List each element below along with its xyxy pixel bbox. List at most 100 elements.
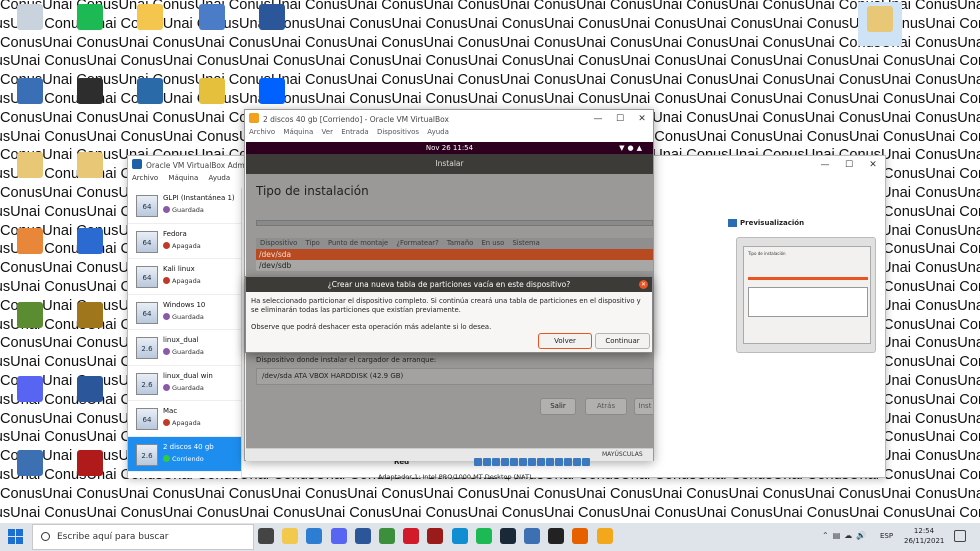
desktop-icon[interactable] (128, 78, 172, 104)
desktop-icon[interactable] (8, 4, 52, 30)
app-icon (17, 4, 43, 30)
app-icon[interactable] (548, 528, 565, 544)
status-device-icon[interactable] (555, 458, 563, 466)
language-indicator[interactable]: ESP (880, 532, 893, 540)
vm-list-item[interactable]: 2.6 2 discos 40 gb Corriendo (128, 436, 241, 472)
status-device-icon[interactable] (546, 458, 554, 466)
virtualbox-icon[interactable] (524, 528, 541, 544)
discord-icon[interactable] (330, 528, 347, 544)
desktop-icon[interactable] (68, 450, 112, 476)
status-device-icon[interactable] (501, 458, 509, 466)
desktop-icon[interactable] (68, 78, 112, 104)
status-device-icon[interactable] (474, 458, 482, 466)
search-input[interactable]: Escribe aquí para buscar (57, 532, 169, 542)
desktop-icon[interactable] (68, 152, 112, 178)
mail-icon[interactable] (306, 528, 323, 544)
minimize-icon[interactable]: — (813, 156, 837, 174)
vlc-icon[interactable] (596, 528, 613, 544)
desktop-icon[interactable] (8, 302, 52, 328)
status-device-icon[interactable] (483, 458, 491, 466)
vm-menu-dispositivos[interactable]: Dispositivos (377, 128, 419, 136)
desktop-icon[interactable] (8, 450, 52, 476)
quit-button[interactable]: Salir (540, 398, 576, 415)
vm-titlebar[interactable]: 2 discos 40 gb [Corriendo] - Oracle VM V… (245, 110, 653, 128)
status-device-icon[interactable] (564, 458, 572, 466)
system-tray-icons[interactable]: ⌃▤☁🔊 (822, 531, 870, 540)
install-button[interactable]: Inst (634, 398, 653, 415)
status-device-icon[interactable] (573, 458, 581, 466)
close-icon[interactable]: ✕ (861, 156, 885, 174)
spotify-icon[interactable] (475, 528, 492, 544)
guest-tray-icons[interactable]: ▼●▲ (619, 142, 645, 154)
vm-menu-archivo[interactable]: Archivo (249, 128, 275, 136)
guest-clock[interactable]: Nov 26 11:54 (426, 144, 473, 152)
status-device-icon[interactable] (510, 458, 518, 466)
volver-button[interactable]: Volver (538, 333, 592, 349)
edge-icon[interactable] (451, 528, 468, 544)
vm-list-item[interactable]: 64 Windows 10 Guardada (128, 295, 241, 330)
vm-menu-ayuda[interactable]: Ayuda (427, 128, 449, 136)
taskbar-clock[interactable]: 12:54 26/11/2021 (904, 526, 944, 546)
firefox-icon[interactable] (572, 528, 589, 544)
vm-list-item[interactable]: 64 Kali linux Apagada (128, 259, 241, 295)
vm-menu-entrada[interactable]: Entrada (341, 128, 369, 136)
vm-list-item[interactable]: 64 GLPI (Instantánea 1) Guardada (128, 188, 241, 224)
desktop-icon[interactable] (68, 228, 112, 254)
vm-list-item[interactable]: 64 Mac Apagada (128, 401, 241, 437)
menu-ayuda[interactable]: Ayuda (209, 174, 231, 182)
windows-start-icon[interactable] (8, 529, 24, 545)
continuar-button[interactable]: Continuar (595, 333, 650, 349)
vm-status-icons[interactable] (474, 451, 591, 470)
close-icon[interactable]: ✕ (631, 110, 653, 128)
desktop-icon-selected[interactable] (858, 2, 902, 46)
maximize-icon[interactable]: ☐ (837, 156, 861, 174)
desktop-icon[interactable] (190, 78, 234, 104)
col-sistema: Sistema (512, 239, 540, 247)
back-button[interactable]: Atrás (585, 398, 627, 415)
desktop-icon[interactable] (8, 78, 52, 104)
vm-state-icon (163, 241, 170, 249)
app-icon (77, 152, 103, 178)
minimize-icon[interactable]: — (587, 110, 609, 128)
game-icon[interactable] (427, 528, 444, 544)
steam-icon[interactable] (499, 528, 516, 544)
desktop-icon[interactable] (128, 4, 172, 30)
status-device-icon[interactable] (537, 458, 545, 466)
desktop-icon[interactable] (8, 376, 52, 402)
explorer-icon[interactable] (282, 528, 299, 544)
maximize-icon[interactable]: ☐ (609, 110, 631, 128)
status-device-icon[interactable] (528, 458, 536, 466)
status-device-icon[interactable] (492, 458, 500, 466)
notification-icon[interactable] (954, 530, 966, 542)
desktop-icon[interactable] (68, 302, 112, 328)
partition-table-dialog[interactable]: ¿Crear una nueva tabla de particiones va… (245, 276, 653, 353)
task-view-icon[interactable] (258, 528, 274, 544)
menu-archivo[interactable]: Archivo (132, 174, 158, 182)
desktop-icon[interactable] (68, 4, 112, 30)
chrome-icon[interactable] (378, 528, 395, 544)
vm-state: Guardada (172, 206, 204, 214)
close-icon[interactable]: ✕ (639, 280, 648, 289)
os-icon: 64 (136, 266, 158, 288)
vm-list-item[interactable]: 2.6 linux_dual Guardada (128, 330, 241, 366)
word-icon[interactable] (354, 528, 371, 544)
table-row-sda[interactable]: /dev/sda (256, 249, 653, 260)
desktop-icon[interactable] (250, 4, 294, 30)
desktop-icon[interactable] (68, 376, 112, 402)
desktop-icon[interactable] (250, 78, 294, 104)
desktop-icon[interactable] (190, 4, 234, 30)
menu-maquina[interactable]: Máquina (168, 174, 198, 182)
vm-menu-maquina[interactable]: Máquina (283, 128, 313, 136)
desktop-icon[interactable] (8, 152, 52, 178)
vm-menu-ver[interactable]: Ver (322, 128, 333, 136)
dialog-title: ¿Crear una nueva tabla de particiones va… (327, 280, 571, 289)
bootloader-select[interactable]: /dev/sda ATA VBOX HARDDISK (42.9 GB) (256, 368, 653, 385)
vm-list-item[interactable]: 2.6 linux_dual win Guardada (128, 366, 241, 401)
vm-list-item[interactable]: 64 Fedora Apagada (128, 224, 241, 259)
status-device-icon[interactable] (582, 458, 590, 466)
status-device-icon[interactable] (519, 458, 527, 466)
table-row-sdb[interactable]: /dev/sdb (256, 260, 653, 271)
taskbar-search[interactable]: Escribe aquí para buscar (32, 524, 254, 550)
opera-icon[interactable] (403, 528, 420, 544)
desktop-icon[interactable] (8, 228, 52, 254)
